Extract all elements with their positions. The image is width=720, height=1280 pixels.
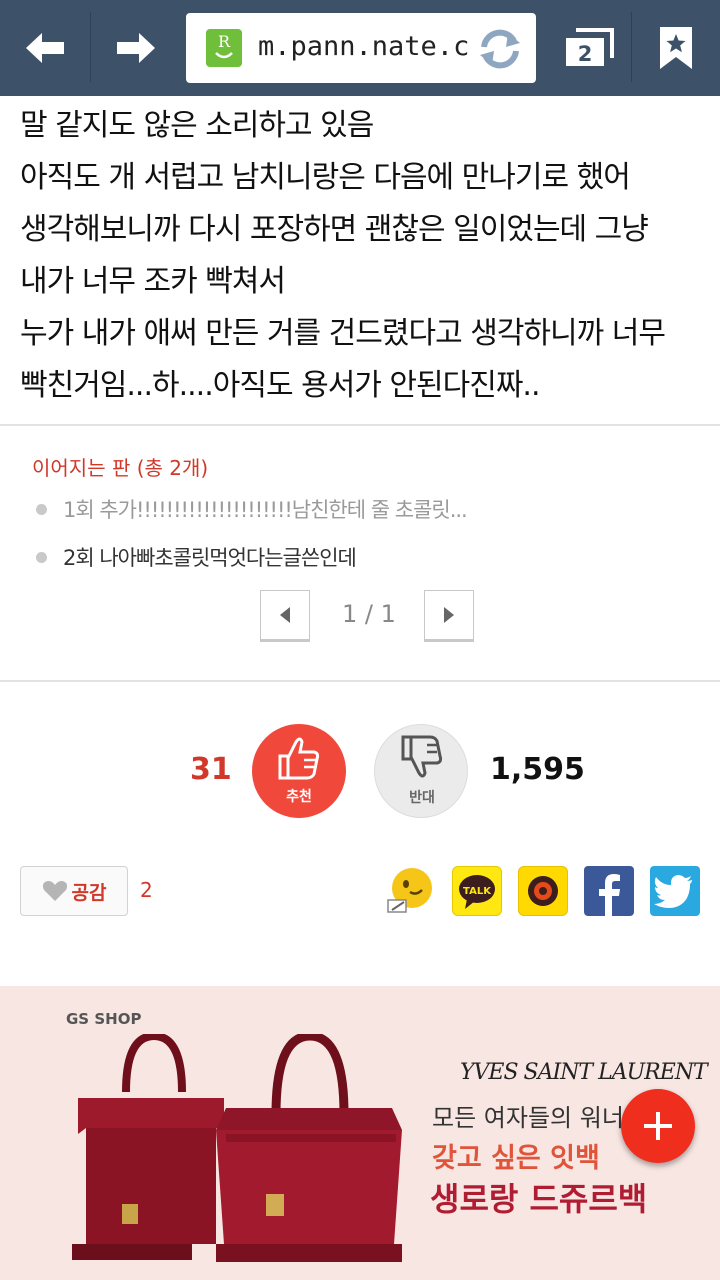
back-button[interactable] (0, 0, 90, 96)
forward-button[interactable] (91, 0, 181, 96)
tabs-icon: 2 (566, 28, 614, 66)
ad-shop-logo: GS SHOP (66, 1010, 142, 1028)
upvote-button[interactable]: 추천 (252, 724, 346, 818)
bullet-icon (36, 503, 47, 515)
prev-page-button[interactable] (260, 590, 310, 642)
kakaostory-icon (528, 876, 558, 906)
chevron-left-icon (280, 607, 290, 623)
svg-text:TALK: TALK (463, 886, 492, 897)
downvote-count: 1,595 (490, 752, 585, 787)
tabs-button[interactable]: 2 (548, 0, 630, 96)
facebook-button[interactable] (584, 866, 634, 916)
ad-tagline: 모든 여자들의 워너비 (432, 1104, 646, 1132)
twitter-button[interactable] (650, 866, 700, 916)
series-item-label[interactable]: 1회 추가!!!!!!!!!!!!!!!!!!!!!남친한테 줄 초콜릿... (63, 494, 468, 524)
ad-headline: 갖고 싶은 잇백 (432, 1143, 600, 1174)
empathy-button[interactable]: 공감 (20, 866, 128, 916)
reload-icon (480, 29, 520, 69)
section-divider (0, 680, 720, 682)
bookmark-button[interactable] (632, 0, 720, 96)
series-item[interactable]: 1회 추가!!!!!!!!!!!!!!!!!!!!!남친한테 줄 초콜릿... (36, 494, 468, 524)
chevron-right-icon (444, 607, 454, 623)
address-bar[interactable]: R m.pann.nate.com (186, 13, 536, 83)
forward-arrow-icon (117, 33, 155, 63)
kakaostory-button[interactable] (518, 866, 568, 916)
upvote-count: 31 (190, 752, 232, 787)
twitter-icon (654, 875, 692, 908)
reload-button[interactable] (474, 23, 526, 75)
bookmark-star-icon (660, 27, 692, 69)
facebook-icon (599, 874, 620, 916)
comment-icon (387, 868, 432, 913)
kakaotalk-icon: TALK (459, 875, 495, 909)
comment-button[interactable] (386, 866, 436, 916)
kakaotalk-button[interactable]: TALK (452, 866, 502, 916)
series-title: 이어지는 판 (총 2개) (32, 456, 209, 480)
bullet-icon (36, 551, 47, 563)
series-item[interactable]: 2회 나아빠초콜릿먹엇다는글쓴인데 (36, 542, 357, 572)
ad-product-name: 생로랑 드쥬르백 (430, 1180, 648, 1218)
article-body: 말 같지도 않은 소리하고 있음 아직도 개 서럽고 남치니랑은 다음에 만나기… (20, 100, 710, 412)
next-page-button[interactable] (424, 590, 474, 642)
browser-toolbar: R m.pann.nate.com 2 (0, 0, 720, 96)
thumbs-down-icon (401, 735, 443, 778)
article-line: 내가 너무 조카 빡쳐서 (20, 264, 286, 299)
section-divider (0, 424, 720, 426)
tab-count: 2 (578, 42, 593, 66)
floating-add-button[interactable] (621, 1089, 695, 1163)
empathy-label: 공감 (71, 881, 107, 904)
back-arrow-icon (26, 33, 64, 63)
article-line: 생각해보니까 다시 포장하면 괜찮은 일이었는데 그냥 (20, 212, 649, 247)
thumbs-up-icon (278, 737, 320, 780)
url-text[interactable]: m.pann.nate.com (258, 31, 470, 67)
series-item-label[interactable]: 2회 나아빠초콜릿먹엇다는글쓴인데 (63, 542, 357, 572)
downvote-label: 반대 (409, 790, 435, 806)
empathy-count: 2 (140, 878, 153, 902)
site-logo-icon: R (206, 29, 242, 67)
article-line: 아직도 개 서럽고 남치니랑은 다음에 만나기로 했어 (20, 160, 631, 195)
heart-icon (42, 880, 67, 901)
article-line: 말 같지도 않은 소리하고 있음 (20, 108, 374, 143)
downvote-button[interactable]: 반대 (374, 724, 468, 818)
ad-brand: YVES SAINT LAURENT (460, 1060, 708, 1085)
page-indicator: 1 / 1 (342, 600, 396, 628)
ad-banner[interactable]: GS SHOP YVES SAINT LAURENT 모든 여자들의 워너비 갖… (0, 986, 720, 1280)
article-line: 누가 내가 애써 만든 거를 건드렸다고 생각하니까 너무 (20, 316, 666, 351)
upvote-label: 추천 (286, 789, 312, 805)
site-logo-letter: R (217, 32, 231, 51)
article-line: 빡친거임...하....아직도 용서가 안된다진짜.. (20, 368, 541, 403)
plus-icon (644, 1112, 672, 1140)
handbag-image (72, 1034, 402, 1262)
